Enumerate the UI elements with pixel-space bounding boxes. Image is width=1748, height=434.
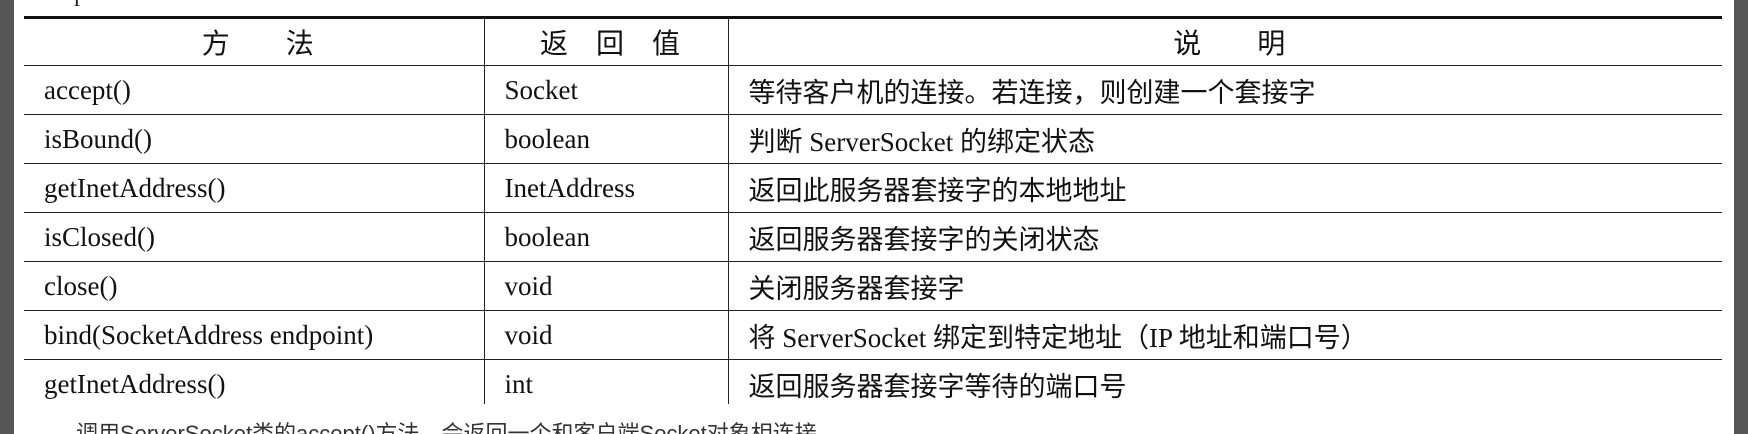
- method-cell: isClosed(): [24, 212, 484, 262]
- method-cell: isBound(): [24, 114, 484, 164]
- description-cell: 判断 ServerSocket 的绑定状态: [727, 114, 1722, 164]
- description-cell: 返回服务器套接字的关闭状态: [727, 212, 1722, 262]
- table-row: getInetAddress() int 返回服务器套接字等待的端口号: [24, 359, 1722, 411]
- top-cut-text-strip: r: [14, 0, 1734, 14]
- cut-off-text-bottom: 调用ServerSocket类的accept()方法，会返回一个和客户端Sock…: [76, 421, 817, 434]
- method-cell: getInetAddress(): [24, 359, 484, 411]
- bottom-cut-text-strip: 调用ServerSocket类的accept()方法，会返回一个和客户端Sock…: [14, 404, 1734, 434]
- return-cell: InetAddress: [483, 163, 728, 213]
- description-cell: 将 ServerSocket 绑定到特定地址（IP 地址和端口号）: [727, 310, 1722, 360]
- left-border: [0, 0, 14, 434]
- right-border: [1734, 0, 1748, 434]
- table-row: isClosed() boolean 返回服务器套接字的关闭状态: [24, 212, 1722, 262]
- header-method: 方 法: [24, 16, 484, 66]
- method-cell: getInetAddress(): [24, 163, 484, 213]
- method-cell: close(): [24, 261, 484, 311]
- table-row: accept() Socket 等待客户机的连接。若连接，则创建一个套接字: [24, 65, 1722, 115]
- return-cell: void: [483, 310, 728, 360]
- server-socket-methods-table: 方 法 返 回 值 说 明 accept() Socket 等待客户机的连接。若…: [24, 16, 1722, 411]
- table-row: bind(SocketAddress endpoint) void 将 Serv…: [24, 310, 1722, 360]
- return-cell: void: [483, 261, 728, 311]
- table-row: getInetAddress() InetAddress 返回此服务器套接字的本…: [24, 163, 1722, 213]
- cut-off-text-top: r: [74, 0, 82, 13]
- table-row: close() void 关闭服务器套接字: [24, 261, 1722, 311]
- method-cell: bind(SocketAddress endpoint): [24, 310, 484, 360]
- description-cell: 返回服务器套接字等待的端口号: [727, 359, 1722, 411]
- table-header-row: 方 法 返 回 值 说 明: [24, 16, 1722, 66]
- return-cell: boolean: [483, 212, 728, 262]
- header-return-value: 返 回 值: [483, 16, 728, 66]
- header-description: 说 明: [727, 16, 1722, 66]
- method-cell: accept(): [24, 65, 484, 115]
- description-cell: 等待客户机的连接。若连接，则创建一个套接字: [727, 65, 1722, 115]
- return-cell: boolean: [483, 114, 728, 164]
- description-cell: 返回此服务器套接字的本地地址: [727, 163, 1722, 213]
- description-cell: 关闭服务器套接字: [727, 261, 1722, 311]
- table-row: isBound() boolean 判断 ServerSocket 的绑定状态: [24, 114, 1722, 164]
- page: r 方 法 返 回 值 说 明 accept() Socket 等待客户机的连接…: [0, 0, 1748, 434]
- return-cell: Socket: [483, 65, 728, 115]
- return-cell: int: [483, 359, 728, 411]
